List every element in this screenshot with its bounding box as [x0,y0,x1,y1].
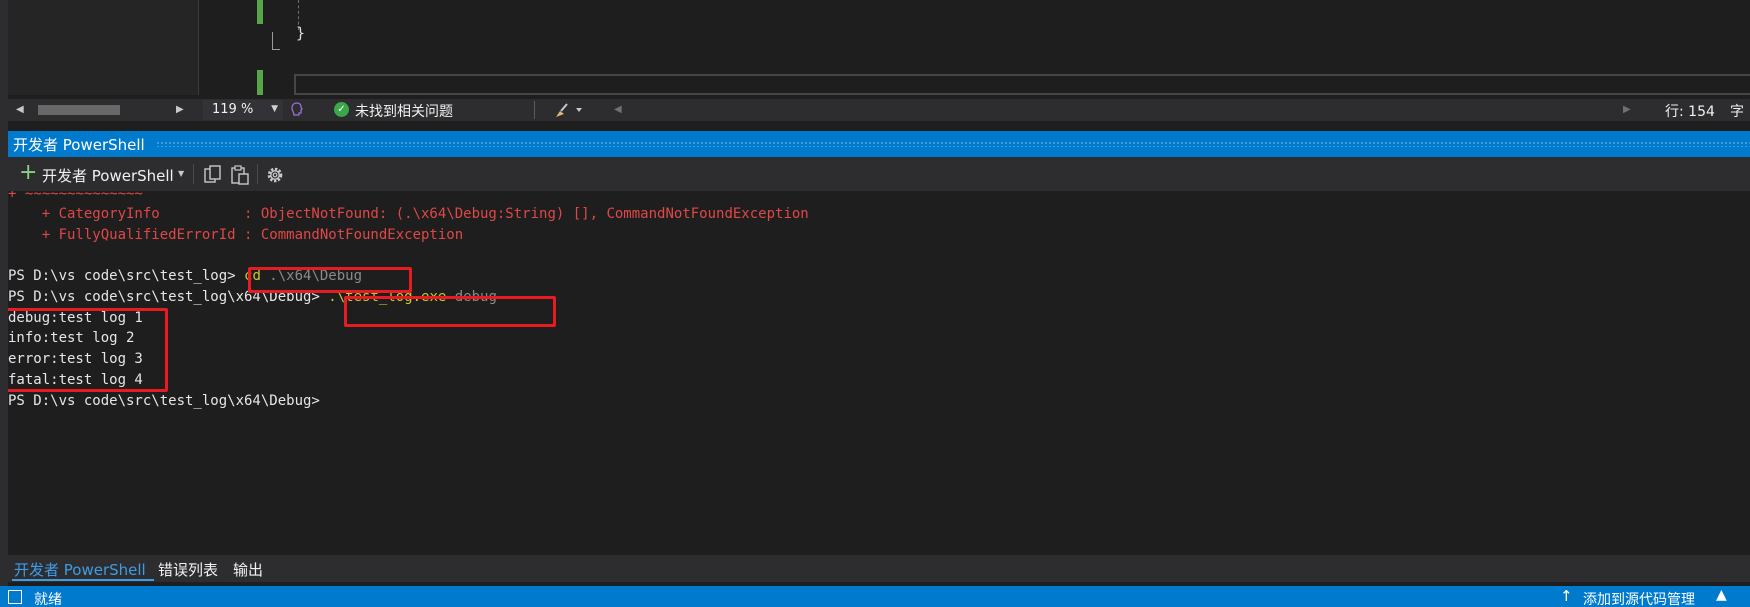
char-indicator[interactable]: 字 [1730,101,1744,121]
status-bar: 就绪 ↑ 添加到源代码管理 ▲ [0,586,1750,607]
terminal-line: + ~~~~~~~~~~~~~~ [8,191,143,202]
zoom-dropdown[interactable]: 119 % ▼ [203,100,283,120]
highlight-box [8,308,168,392]
tab-developer-powershell[interactable]: 开发者 PowerShell [14,559,146,580]
active-tab-indicator [12,579,154,581]
divider [534,101,535,119]
editor-margin [200,0,250,95]
brush-icon[interactable] [553,101,583,119]
status-window-icon[interactable] [8,590,22,604]
highlight-box [248,267,412,293]
horizontal-scrollbar[interactable] [30,105,186,115]
chevron-left-icon[interactable]: ◀ [614,104,622,115]
change-indicator-bar [257,0,263,24]
paste-icon[interactable] [230,165,250,185]
plus-icon[interactable]: + [19,162,37,184]
zoom-value: 119 % [212,102,254,117]
tool-window-title-bar[interactable]: 开发者 PowerShell [8,131,1750,157]
source-control-caret[interactable]: ▲ [1716,587,1727,603]
gear-icon[interactable] [265,165,285,185]
bottom-tab-strip: 开发者 PowerShell 错误列表 输出 [8,555,1750,582]
terminal-output[interactable]: + ~~~~~~~~~~~~~~ + CategoryInfo : Object… [8,191,1750,555]
copy-icon[interactable] [203,165,223,183]
code-brace: } [296,24,306,42]
tab-error-list[interactable]: 错误列表 [158,559,218,580]
chevron-right-icon[interactable]: ▶ [1623,104,1631,115]
outline-bracket [272,32,280,50]
issues-status[interactable]: 未找到相关问题 [355,101,453,121]
chevron-down-icon[interactable]: ▼ [178,169,184,178]
status-ready: 就绪 [34,592,62,607]
terminal-toolbar: + 开发者 PowerShell ▼ [8,157,1750,191]
terminal-prompt: PS D:\vs code\src\test_log> [8,268,245,284]
scrollbar-thumb[interactable] [38,105,120,115]
title-grip [156,141,1750,147]
divider [257,164,258,184]
tool-window-title: 开发者 PowerShell [13,136,145,154]
line-indicator[interactable]: 行: 154 [1665,101,1715,121]
change-indicator-bar [257,70,263,95]
left-gutter [0,0,8,607]
terminal-line: + CategoryInfo : ObjectNotFound: (.\x64\… [8,206,809,222]
solution-explorer-panel [8,0,199,95]
arrow-up-icon[interactable]: ↑ [1560,587,1573,605]
chevron-down-icon: ▼ [271,104,278,114]
terminal-line: + FullyQualifiedErrorId : CommandNotFoun… [8,227,464,243]
terminal-prompt: PS D:\vs code\src\test_log\x64\Debug> [8,393,329,409]
add-to-source-control-button[interactable]: 添加到源代码管理 [1583,589,1695,607]
check-circle-icon[interactable]: ✓ [334,102,349,117]
current-line-highlight [294,74,1750,95]
highlight-box [344,296,556,327]
tab-output[interactable]: 输出 [233,559,263,580]
intellicode-icon[interactable] [290,102,304,116]
new-terminal-dropdown[interactable]: 开发者 PowerShell [42,165,174,186]
divider [193,164,194,184]
chevron-left-icon[interactable]: ◀ [16,104,24,115]
chevron-right-icon[interactable]: ▶ [176,104,184,115]
editor-status-row: ◀ ▶ 119 % ▼ ✓ 未找到相关问题 ◀ ▶ 行: 154 字 [8,99,1750,121]
